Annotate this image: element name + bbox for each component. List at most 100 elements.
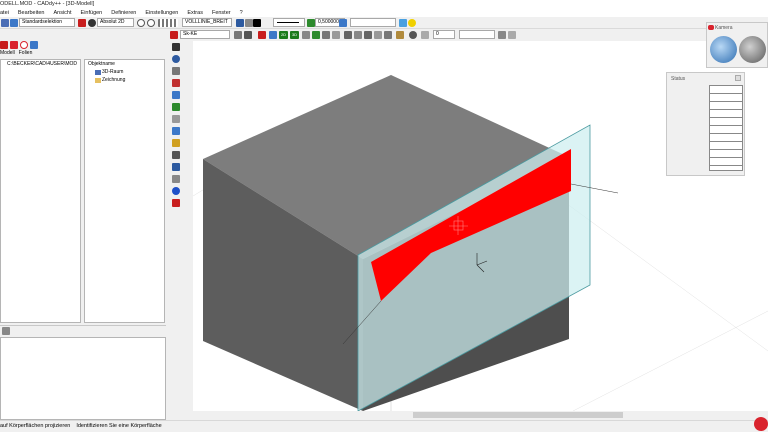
layer-icon[interactable] [236, 19, 244, 27]
menu-help[interactable]: ? [240, 9, 243, 17]
kamera-panel: Kamera [706, 22, 768, 68]
status-row [710, 150, 742, 158]
horizontal-scrollbar[interactable] [193, 411, 638, 419]
extra-icon[interactable] [498, 31, 506, 39]
arrow-tool-icon[interactable] [172, 43, 180, 51]
camera-icon [708, 25, 714, 30]
hatch-icon[interactable] [421, 31, 429, 39]
pick-icon[interactable] [170, 31, 178, 39]
measure-tool-icon[interactable] [172, 91, 180, 99]
mesh-tool-icon[interactable] [172, 67, 180, 75]
properties-panel[interactable] [0, 337, 166, 420]
menu-einstellungen[interactable]: Einstellungen [145, 9, 178, 17]
menu-datei[interactable]: atei [0, 9, 9, 17]
window-title: ODELL.MOD - CADdy++ - [3D-Modell] [0, 1, 95, 7]
value-field[interactable] [459, 30, 495, 39]
section-tool-icon[interactable] [172, 163, 180, 171]
coord-mode-select[interactable]: Absolut 2D [97, 18, 134, 27]
refresh-icon[interactable] [344, 31, 352, 39]
folder-tree[interactable]: C:\BECKER\CAD\4USER\MOD [0, 59, 81, 323]
fit-icon[interactable] [374, 31, 382, 39]
step-field[interactable]: 0 [433, 30, 455, 39]
camera-zoom-ball[interactable] [739, 36, 766, 63]
eraser-tool-icon[interactable] [172, 199, 180, 207]
text-tool-icon[interactable] [172, 151, 180, 159]
tab-modell[interactable]: Modell [0, 50, 15, 58]
object-item-zeichnung[interactable]: Zeichnung [102, 77, 125, 83]
line-style-select[interactable] [273, 18, 305, 27]
brand-logo-icon [754, 417, 768, 431]
view-3d-icon[interactable]: 3D [290, 31, 299, 39]
menu-einfuegen[interactable]: Einfügen [81, 9, 103, 17]
zoom-all-icon[interactable] [312, 31, 320, 39]
color-swatch-icon[interactable] [253, 19, 261, 27]
status-row [710, 158, 742, 166]
grid-icon[interactable] [158, 19, 178, 27]
status-grid [709, 85, 743, 171]
panel-tool-icon[interactable] [0, 41, 8, 49]
scrollbar-thumb[interactable] [413, 412, 623, 418]
bulb-icon[interactable] [408, 19, 416, 27]
camera-orbit-ball[interactable] [710, 36, 737, 63]
pan-icon[interactable] [322, 31, 330, 39]
dimension-tool-icon[interactable] [172, 139, 180, 147]
rotate-icon[interactable] [269, 31, 277, 39]
menu-bearbeiten[interactable]: Bearbeiten [18, 9, 45, 17]
select-color-icon[interactable] [78, 19, 86, 27]
new-file-icon[interactable] [1, 19, 9, 27]
status-row [710, 126, 742, 134]
selection-mode-select[interactable]: Standardselektion [19, 18, 75, 27]
title-bar: ODELL.MOD - CADdy++ - [3D-Modell] [0, 0, 768, 9]
panel-pin-icon[interactable] [158, 41, 164, 47]
name-field[interactable] [350, 18, 396, 27]
cube-object-icon [95, 70, 101, 75]
panel-circle-icon[interactable] [20, 41, 28, 49]
model-panel: Modell Folien C:\BECKER\CAD\4USER\MOD Ob… [0, 41, 166, 420]
hatch-tool-icon[interactable] [172, 175, 180, 183]
panel-red-icon[interactable] [10, 41, 18, 49]
snap-icon[interactable] [88, 19, 96, 27]
zoom-icon[interactable] [302, 31, 310, 39]
sphere-icon[interactable] [409, 31, 417, 39]
tree-root-path[interactable]: C:\BECKER\CAD\4USER\MOD [7, 61, 77, 67]
redo-icon[interactable] [147, 19, 155, 27]
object-list[interactable]: Objektname 3D-Raum Zeichnung [84, 59, 165, 323]
menu-fenster[interactable]: Fenster [212, 9, 231, 17]
view-select[interactable]: Sk-KE [180, 30, 230, 39]
width-icon[interactable] [307, 19, 315, 27]
folder-icon [95, 78, 101, 83]
view-2d-icon[interactable]: 2D [279, 31, 288, 39]
wire-icon[interactable] [234, 31, 242, 39]
axis-tool-icon[interactable] [172, 127, 180, 135]
globe-tool-icon[interactable] [172, 55, 180, 63]
line-tool-icon[interactable] [172, 115, 180, 123]
status-close-icon[interactable] [735, 75, 741, 81]
pen-icon[interactable] [245, 19, 253, 27]
info-tool-icon[interactable] [172, 187, 180, 195]
info-icon[interactable] [399, 19, 407, 27]
pen-tool-icon[interactable] [172, 79, 180, 87]
pen-red-icon[interactable] [258, 31, 266, 39]
hidden-icon[interactable] [244, 31, 252, 39]
cube-icon[interactable] [396, 31, 404, 39]
linetype-select[interactable]: VOLLLINIE_BREIT [182, 18, 232, 27]
kamera-title: Kamera [715, 25, 733, 31]
layers-icon[interactable] [339, 19, 347, 27]
status-row [710, 86, 742, 94]
zoom-window-icon[interactable] [354, 31, 362, 39]
properties-icon[interactable] [2, 327, 10, 335]
save-icon[interactable] [10, 19, 18, 27]
tab-folien[interactable]: Folien [19, 50, 33, 58]
menu-definieren[interactable]: Definieren [111, 9, 136, 17]
undo-icon[interactable] [137, 19, 145, 27]
extra2-icon[interactable] [508, 31, 516, 39]
print-icon[interactable] [384, 31, 392, 39]
menu-extras[interactable]: Extras [187, 9, 203, 17]
status-bar: auf Körperflächen projizieren Identifizi… [0, 417, 768, 432]
move-icon[interactable] [364, 31, 372, 39]
object-item-3d-raum[interactable]: 3D-Raum [102, 69, 123, 75]
surface-tool-icon[interactable] [172, 103, 180, 111]
panel-tree-icon[interactable] [30, 41, 38, 49]
orbit-icon[interactable] [332, 31, 340, 39]
menu-ansicht[interactable]: Ansicht [53, 9, 71, 17]
